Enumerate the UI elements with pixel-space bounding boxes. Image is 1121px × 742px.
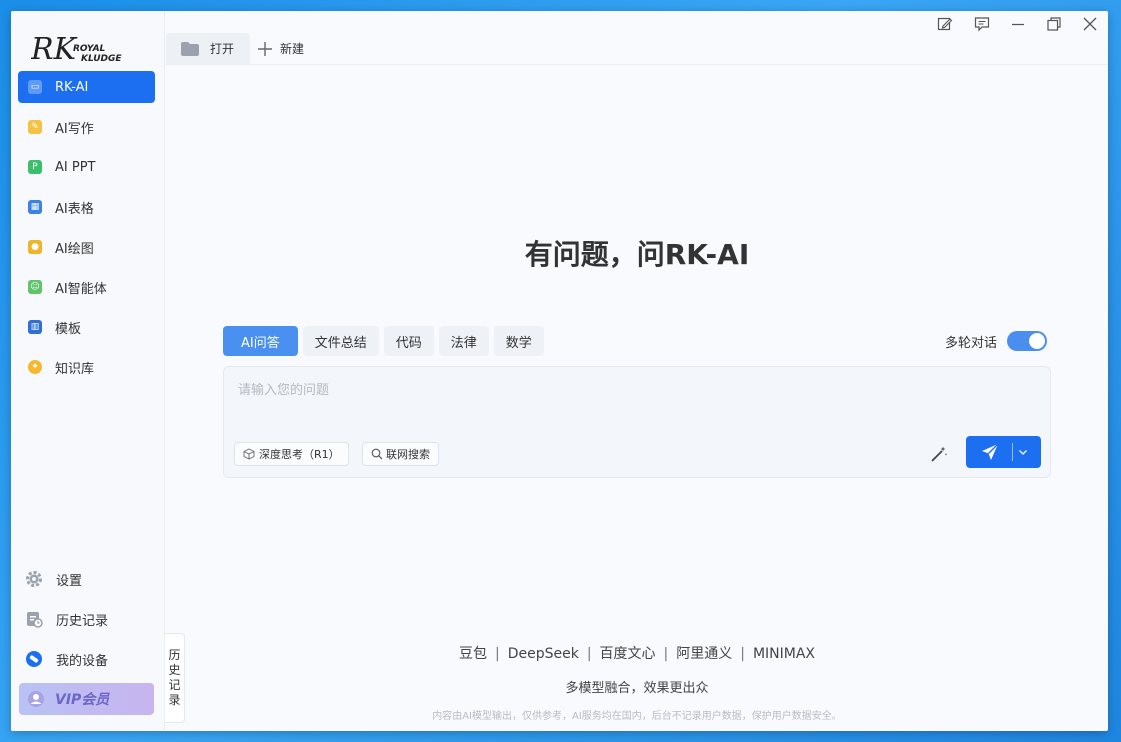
model-tongyi: 阿里通义 [676,646,733,662]
history-label: 历史记录 [56,613,109,629]
sidebar-item-label: AI写作 [55,121,94,137]
sidebar-item-template[interactable]: ▥ 模板 [18,311,155,343]
tab-new-label: 新建 [280,42,305,56]
sidebar-item-label: AI智能体 [55,281,107,297]
chevron-down-icon[interactable] [1018,447,1028,457]
svg-text:ROYAL: ROYAL [73,44,106,54]
plus-icon [258,41,272,56]
my-device-label: 我的设备 [56,653,109,669]
sidebar-item-ai-agent[interactable]: ☺ AI智能体 [18,271,155,303]
tab-law[interactable]: 法律 [438,326,489,356]
history-icon [27,612,43,628]
history-tab-char: 史 [168,663,181,677]
send-icon [982,443,999,460]
sidebar-item-label: RK-AI [55,79,89,95]
question-box: 深度思考（R1） 联网搜索 [223,366,1051,478]
write-icon: ✎ [28,120,42,134]
svg-text:KLUDGE: KLUDGE [81,54,122,64]
minimize-icon[interactable] [1009,15,1027,33]
sidebar-nav: ▭ RK-AI ✎ AI写作 P AI PPT ▦ AI表格 ● AI绘图 ☺ … [18,71,155,391]
tab-open-label: 打开 [210,42,235,56]
question-type-tabs: AI问答 文件总结 代码 法律 数学 [223,326,549,356]
edit-icon[interactable] [936,15,954,33]
motto: 多模型融合，效果更出众 [565,681,709,696]
tab-new[interactable]: 新建 [258,33,304,64]
sidebar-item-rk-ai[interactable]: ▭ RK-AI [18,71,155,103]
vip-button[interactable]: VIP会员 [19,683,154,715]
web-search-label: 联网搜索 [386,448,430,461]
restore-icon[interactable] [1045,15,1063,33]
sidebar-item-label: AI绘图 [55,241,94,257]
page-title: 有问题，问RK-AI [524,238,750,271]
model-doubao: 豆包 [458,646,487,662]
sheet-icon: ▦ [28,200,42,214]
tab-math[interactable]: 数学 [493,326,544,356]
sidebar-item-my-device[interactable]: 我的设备 [23,643,158,675]
ppt-icon: P [28,160,42,174]
device-icon [26,651,42,667]
sidebar-item-label: 知识库 [55,361,95,377]
model-wenxin: 百度文心 [599,646,656,662]
chat-icon: ▭ [28,80,42,94]
tab-open[interactable]: 打开 [166,33,250,64]
multi-turn-toggle[interactable] [1007,331,1048,351]
sidebar-item-settings[interactable]: 设置 [23,563,158,595]
brand-logo: RK ROYAL KLUDGE [30,27,131,69]
sidebar-item-ai-ppt[interactable]: P AI PPT [18,151,155,183]
sidebar: RK ROYAL KLUDGE ▭ RK-AI ✎ AI写作 P AI PPT … [11,11,165,731]
sidebar-bottom: 设置 历史记录 我的设备 [23,563,158,683]
disclaimer: 内容由AI模型输出，仅供参考，AI服务均在国内，后台不记录用户数据，保护用户数据… [432,711,842,722]
deep-think-chip[interactable]: 深度思考（R1） [234,442,349,466]
sidebar-item-label: 模板 [55,321,82,337]
title-bar: 打开 新建 [166,11,1108,65]
model-minimax: MINIMAX [752,646,816,662]
sidebar-item-label: AI表格 [55,201,94,217]
sidebar-item-ai-writing[interactable]: ✎ AI写作 [18,111,155,143]
tab-code[interactable]: 代码 [383,326,434,356]
model-separator: | [663,646,669,662]
palette-icon: ● [28,240,42,254]
cube-icon [243,448,255,460]
sidebar-item-ai-drawing[interactable]: ● AI绘图 [18,231,155,263]
vip-label: VIP会员 [55,692,110,708]
multi-turn-label: 多轮对话 [945,335,998,351]
send-divider [1012,443,1013,461]
model-separator: | [494,646,500,662]
template-icon: ▥ [28,320,42,334]
model-deepseek: DeepSeek [507,646,579,662]
model-separator: | [586,646,592,662]
avatar-icon [28,691,44,707]
model-list: 豆包 | DeepSeek | 百度文心 | 阿里通义 | MINIMAX [166,643,1108,663]
settings-label: 设置 [56,573,83,589]
close-icon[interactable] [1081,15,1099,33]
feedback-icon[interactable] [973,15,991,33]
question-input[interactable] [238,379,1028,401]
app-window: RK ROYAL KLUDGE ▭ RK-AI ✎ AI写作 P AI PPT … [11,11,1108,731]
gear-icon [26,571,42,587]
bulb-icon: ✦ [28,360,42,374]
magic-wand-icon[interactable] [930,445,948,463]
tab-file-summary[interactable]: 文件总结 [302,326,379,356]
folder-icon [181,41,199,56]
toggle-knob [1029,333,1046,349]
sidebar-item-label: AI PPT [55,159,96,175]
tab-ai-qa[interactable]: AI问答 [223,326,298,356]
sidebar-item-knowledge[interactable]: ✦ 知识库 [18,351,155,383]
sidebar-item-history[interactable]: 历史记录 [23,603,158,635]
svg-text:RK: RK [31,32,78,67]
robot-icon: ☺ [28,280,42,294]
search-icon [371,448,383,460]
model-separator: | [740,646,745,662]
sidebar-item-ai-sheet[interactable]: ▦ AI表格 [18,191,155,223]
deep-think-label: 深度思考（R1） [259,448,340,461]
send-button[interactable] [966,436,1041,468]
web-search-chip[interactable]: 联网搜索 [362,442,439,466]
multi-turn-setting: 多轮对话 [945,331,1048,351]
